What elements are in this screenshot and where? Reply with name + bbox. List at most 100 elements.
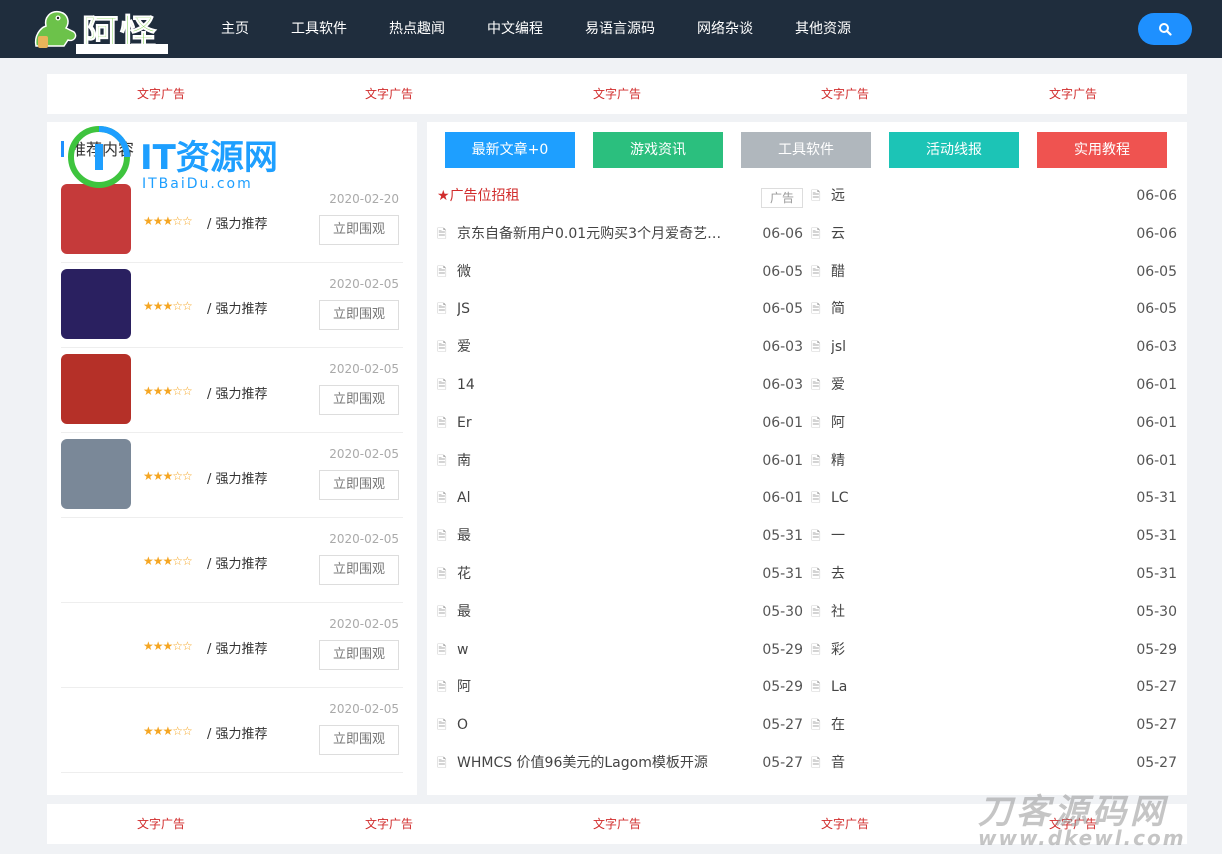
article-title[interactable]: WHMCS 价值96美元的Lagom模板开源 [457, 745, 733, 783]
article-row[interactable]: 🗎 jsl 06-03 [811, 329, 1177, 367]
article-title[interactable]: 14 [457, 367, 733, 405]
article-row[interactable]: 🗎 花 05-31 [437, 556, 803, 594]
article-row[interactable]: 🗎 LC 05-31 [811, 480, 1177, 518]
article-row[interactable]: 🗎 远 06-06 [811, 178, 1177, 216]
article-title[interactable]: 最 [457, 518, 733, 556]
text-ad-link[interactable]: 文字广告 [47, 74, 275, 114]
article-title[interactable]: 阿 [457, 669, 733, 707]
nav-network-talk[interactable]: 网络杂谈 [697, 0, 753, 58]
article-title[interactable]: JS [457, 291, 733, 329]
article-title[interactable]: 京东自备新用户0.01元购买3个月爱奇艺黄... [457, 216, 733, 254]
text-ad-link[interactable]: 文字广告 [731, 804, 959, 844]
nav-home[interactable]: 主页 [221, 0, 249, 58]
article-title[interactable]: 音 [831, 745, 1107, 783]
article-title[interactable]: 彩 [831, 632, 1107, 670]
article-title[interactable]: 爱 [457, 329, 733, 367]
article-title[interactable]: 精 [831, 443, 1107, 481]
article-title[interactable]: 一 [831, 518, 1107, 556]
recommend-item[interactable]: 2020-02-05 ★★★☆☆ / 强力推荐 立即围观 [61, 518, 403, 603]
article-title[interactable]: 简 [831, 291, 1107, 329]
article-row[interactable]: 🗎 微 06-05 [437, 254, 803, 292]
recommend-item[interactable]: 2020-02-05 ★★★☆☆ / 强力推荐 立即围观 [61, 603, 403, 688]
article-title[interactable]: 远 [831, 178, 1107, 216]
site-logo[interactable]: 阿怪 [30, 4, 170, 55]
article-title[interactable]: 最 [457, 594, 733, 632]
article-row[interactable]: 🗎 最 05-31 [437, 518, 803, 556]
view-now-button[interactable]: 立即围观 [319, 640, 399, 670]
article-row[interactable]: 🗎 在 05-27 [811, 707, 1177, 745]
text-ad-link[interactable]: 文字广告 [275, 74, 503, 114]
article-title[interactable]: 社 [831, 594, 1107, 632]
ad-rent-title[interactable]: ★广告位招租 [437, 178, 520, 216]
article-row[interactable]: 🗎 彩 05-29 [811, 632, 1177, 670]
article-row[interactable]: 🗎 WHMCS 价值96美元的Lagom模板开源 05-27 [437, 745, 803, 783]
article-title[interactable]: 醋 [831, 254, 1107, 292]
nav-eyuyan-source[interactable]: 易语言源码 [585, 0, 655, 58]
article-row[interactable]: 🗎 La 05-27 [811, 669, 1177, 707]
article-row[interactable]: 🗎 Er 06-01 [437, 405, 803, 443]
recommend-item[interactable]: 2020-02-05 ★★★☆☆ / 强力推荐 立即围观 [61, 348, 403, 433]
recommend-item[interactable]: 2020-02-05 ★★★☆☆ / 强力推荐 立即围观 [61, 433, 403, 518]
text-ad-link[interactable]: 文字广告 [503, 804, 731, 844]
article-row[interactable]: 🗎 爱 06-01 [811, 367, 1177, 405]
tab-2[interactable]: 工具软件 [741, 132, 871, 168]
search-button[interactable] [1138, 13, 1192, 45]
nav-chinese-programming[interactable]: 中文编程 [487, 0, 543, 58]
nav-tools[interactable]: 工具软件 [291, 0, 347, 58]
article-title[interactable]: 微 [457, 254, 733, 292]
recommend-thumbnail[interactable] [61, 694, 131, 764]
article-row[interactable]: 🗎 南 06-01 [437, 443, 803, 481]
text-ad-link[interactable]: 文字广告 [731, 74, 959, 114]
article-title[interactable]: w [457, 632, 733, 670]
tab-0[interactable]: 最新文章+0 [445, 132, 575, 168]
view-now-button[interactable]: 立即围观 [319, 725, 399, 755]
recommend-thumbnail[interactable] [61, 184, 131, 254]
article-title[interactable]: La [831, 669, 1107, 707]
recommend-item[interactable]: 2020-02-05 ★★★☆☆ / 强力推荐 立即围观 [61, 688, 403, 773]
article-title[interactable]: 爱 [831, 367, 1107, 405]
article-row[interactable]: 🗎 醋 06-05 [811, 254, 1177, 292]
article-title[interactable]: jsl [831, 329, 1107, 367]
article-row[interactable]: 🗎 社 05-30 [811, 594, 1177, 632]
recommend-item[interactable]: 2020-02-05 ★★★☆☆ / 强力推荐 立即围观 [61, 263, 403, 348]
article-title[interactable]: LC [831, 480, 1107, 518]
article-row[interactable]: 🗎 最 05-30 [437, 594, 803, 632]
view-now-button[interactable]: 立即围观 [319, 215, 399, 245]
text-ad-link[interactable]: 文字广告 [47, 804, 275, 844]
article-title[interactable]: Er [457, 405, 733, 443]
article-title[interactable]: 南 [457, 443, 733, 481]
article-title[interactable]: 阿 [831, 405, 1107, 443]
article-row[interactable]: 🗎 云 06-06 [811, 216, 1177, 254]
article-row[interactable]: 🗎 阿 05-29 [437, 669, 803, 707]
article-row[interactable]: 🗎 JS 06-05 [437, 291, 803, 329]
tab-3[interactable]: 活动线报 [889, 132, 1019, 168]
text-ad-link[interactable]: 文字广告 [503, 74, 731, 114]
tab-4[interactable]: 实用教程 [1037, 132, 1167, 168]
view-now-button[interactable]: 立即围观 [319, 470, 399, 500]
ad-rent-row[interactable]: ★广告位招租 广告 [437, 178, 803, 216]
article-row[interactable]: 🗎 京东自备新用户0.01元购买3个月爱奇艺黄... 06-06 [437, 216, 803, 254]
article-row[interactable]: 🗎 Al 06-01 [437, 480, 803, 518]
nav-other[interactable]: 其他资源 [795, 0, 851, 58]
view-now-button[interactable]: 立即围观 [319, 385, 399, 415]
article-row[interactable]: 🗎 w 05-29 [437, 632, 803, 670]
recommend-thumbnail[interactable] [61, 439, 131, 509]
article-row[interactable]: 🗎 精 06-01 [811, 443, 1177, 481]
article-row[interactable]: 🗎 一 05-31 [811, 518, 1177, 556]
article-title[interactable]: 云 [831, 216, 1107, 254]
text-ad-link[interactable]: 文字广告 [275, 804, 503, 844]
article-row[interactable]: 🗎 去 05-31 [811, 556, 1177, 594]
recommend-thumbnail[interactable] [61, 354, 131, 424]
recommend-thumbnail[interactable] [61, 609, 131, 679]
text-ad-link[interactable]: 文字广告 [959, 74, 1187, 114]
article-row[interactable]: 🗎 音 05-27 [811, 745, 1177, 783]
article-title[interactable]: 花 [457, 556, 733, 594]
tab-1[interactable]: 游戏资讯 [593, 132, 723, 168]
article-row[interactable]: 🗎 14 06-03 [437, 367, 803, 405]
article-row[interactable]: 🗎 爱 06-03 [437, 329, 803, 367]
article-row[interactable]: 🗎 简 06-05 [811, 291, 1177, 329]
article-row[interactable]: 🗎 阿 06-01 [811, 405, 1177, 443]
article-title[interactable]: O [457, 707, 733, 745]
article-title[interactable]: 在 [831, 707, 1107, 745]
view-now-button[interactable]: 立即围观 [319, 555, 399, 585]
